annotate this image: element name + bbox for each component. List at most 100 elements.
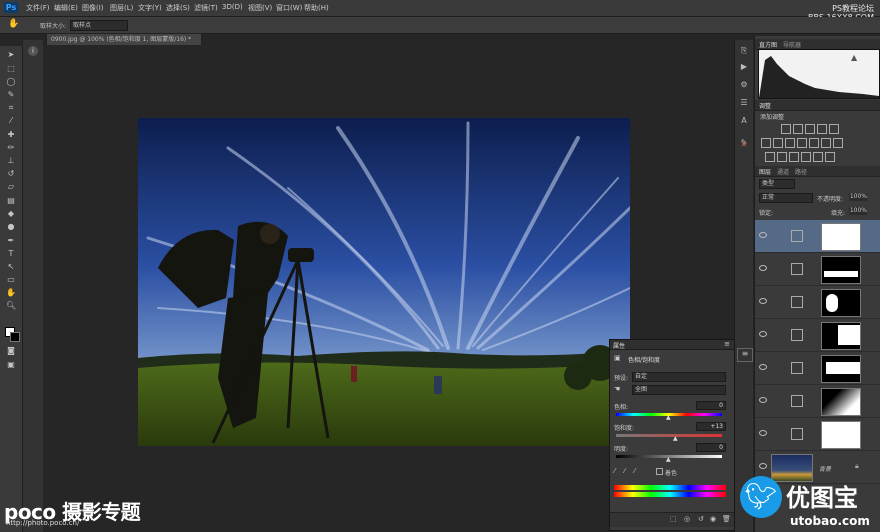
eraser-tool-icon[interactable]: ▱ bbox=[6, 182, 16, 191]
threshold-icon[interactable] bbox=[777, 152, 787, 162]
tool-presets-icon[interactable]: ⚙ bbox=[739, 80, 749, 90]
visibility-eye-icon[interactable] bbox=[759, 331, 767, 337]
quick-mask-icon[interactable]: ◙ bbox=[6, 346, 16, 355]
menu-layer[interactable]: 图层(L) bbox=[110, 3, 133, 13]
hdr-toning-icon[interactable] bbox=[825, 152, 835, 162]
eyedropper-subtract-icon[interactable]: ⁄ bbox=[634, 467, 635, 475]
menu-type[interactable]: 文字(Y) bbox=[138, 3, 162, 13]
history-brush-icon[interactable]: ↺ bbox=[6, 169, 16, 178]
target-adjust-icon[interactable]: ☚ bbox=[614, 385, 620, 393]
layer-mask-thumbnail[interactable] bbox=[821, 289, 861, 317]
layer-row[interactable] bbox=[755, 418, 880, 451]
visibility-toggle-icon[interactable]: ◉ bbox=[710, 515, 716, 523]
layer-row[interactable] bbox=[755, 253, 880, 286]
hand-tool-icon[interactable]: ✋ bbox=[6, 288, 16, 297]
menu-3d[interactable]: 3D(D) bbox=[222, 3, 243, 11]
preset-select[interactable]: 自定 bbox=[632, 372, 726, 382]
curves-icon[interactable] bbox=[805, 124, 815, 134]
layer-mask-thumbnail[interactable] bbox=[821, 223, 861, 251]
color-balance-icon[interactable] bbox=[773, 138, 783, 148]
properties-panel-toggle-icon[interactable]: ≡ bbox=[737, 348, 753, 362]
blur-tool-icon[interactable]: ◆ bbox=[6, 209, 16, 218]
eyedropper-add-icon[interactable]: ⁄ bbox=[624, 467, 625, 475]
menu-select[interactable]: 选择(S) bbox=[166, 3, 190, 13]
lightness-slider-thumb[interactable]: ▲ bbox=[666, 456, 671, 463]
lightness-input[interactable]: 0 bbox=[696, 443, 726, 452]
visibility-eye-icon[interactable] bbox=[759, 232, 767, 238]
tab-navigator[interactable]: 导航器 bbox=[783, 40, 801, 49]
zoom-tool-icon[interactable]: 🔍︎ bbox=[6, 301, 16, 310]
brightness-icon[interactable] bbox=[781, 124, 791, 134]
shadows-icon[interactable] bbox=[813, 152, 823, 162]
history-icon[interactable]: ⎘ bbox=[739, 46, 749, 56]
menu-window[interactable]: 窗口(W) bbox=[276, 3, 302, 13]
screen-mode-icon[interactable]: ▣ bbox=[6, 360, 16, 369]
gradient-map-icon[interactable] bbox=[789, 152, 799, 162]
brush-tool-icon[interactable]: ✏ bbox=[6, 143, 16, 152]
layer-row[interactable] bbox=[755, 286, 880, 319]
healing-brush-icon[interactable]: ✚ bbox=[6, 130, 16, 139]
marquee-tool-icon[interactable]: ⬚ bbox=[6, 64, 16, 73]
info-icon[interactable]: i bbox=[28, 46, 38, 56]
layer-mask-thumbnail[interactable] bbox=[821, 421, 861, 449]
visibility-eye-icon[interactable] bbox=[759, 430, 767, 436]
layer-mask-thumbnail[interactable] bbox=[821, 322, 861, 350]
crop-tool-icon[interactable]: ⌗ bbox=[6, 103, 16, 112]
layer-row[interactable] bbox=[755, 385, 880, 418]
layer-mask-thumbnail[interactable] bbox=[821, 256, 861, 284]
properties-icon[interactable]: ☰ bbox=[739, 98, 749, 108]
layer-row[interactable] bbox=[755, 319, 880, 352]
blend-mode-select[interactable]: 正常 bbox=[759, 193, 813, 203]
layer-row[interactable] bbox=[755, 352, 880, 385]
quick-select-tool-icon[interactable]: ✎ bbox=[6, 90, 16, 99]
saturation-slider[interactable] bbox=[616, 434, 722, 437]
menu-help[interactable]: 帮助(H) bbox=[304, 3, 329, 13]
tab-histogram[interactable]: 直方图 bbox=[759, 40, 777, 49]
tab-properties[interactable]: 属性 bbox=[613, 341, 625, 350]
layer-kind-filter[interactable]: 类型 bbox=[759, 179, 795, 189]
tab-channels[interactable]: 通道 bbox=[777, 167, 789, 176]
lasso-tool-icon[interactable]: ◯ bbox=[6, 77, 16, 86]
levels-icon[interactable] bbox=[793, 124, 803, 134]
saturation-input[interactable]: +13 bbox=[696, 422, 726, 431]
tab-paths[interactable]: 路径 bbox=[795, 167, 807, 176]
menu-view[interactable]: 视图(V) bbox=[248, 3, 272, 13]
actions-play-icon[interactable]: ▶ bbox=[739, 62, 749, 72]
layer-mask-thumbnail[interactable] bbox=[821, 388, 861, 416]
path-select-icon[interactable]: ↖ bbox=[6, 262, 16, 271]
visibility-eye-icon[interactable] bbox=[759, 463, 767, 469]
menu-edit[interactable]: 编辑(E) bbox=[54, 3, 78, 13]
layer-mask-thumbnail[interactable] bbox=[821, 355, 861, 383]
menu-image[interactable]: 图像(I) bbox=[82, 3, 104, 13]
visibility-eye-icon[interactable] bbox=[759, 364, 767, 370]
black-white-icon[interactable] bbox=[785, 138, 795, 148]
tab-adjustments[interactable]: 调整 bbox=[759, 101, 771, 110]
character-icon[interactable]: A bbox=[739, 116, 749, 126]
eyedropper-tool-icon[interactable]: ✋ bbox=[8, 19, 19, 29]
move-tool-icon[interactable]: ➤ bbox=[6, 50, 16, 59]
channel-mixer-icon[interactable] bbox=[809, 138, 819, 148]
menu-filter[interactable]: 滤镜(T) bbox=[194, 3, 218, 13]
color-lookup-icon[interactable] bbox=[821, 138, 831, 148]
photo-filter-icon[interactable] bbox=[797, 138, 807, 148]
visibility-eye-icon[interactable] bbox=[759, 265, 767, 271]
selective-color-icon[interactable] bbox=[801, 152, 811, 162]
pen-tool-icon[interactable]: ✒ bbox=[6, 236, 16, 245]
visibility-eye-icon[interactable] bbox=[759, 397, 767, 403]
delete-icon[interactable]: 🗑︎ bbox=[722, 515, 731, 523]
eyedropper-icon[interactable]: ⁄ bbox=[6, 116, 16, 125]
close-panel-icon[interactable]: ✕ bbox=[739, 140, 749, 150]
clone-stamp-icon[interactable]: ⊥ bbox=[6, 156, 16, 165]
sample-size-select[interactable]: 取样点 bbox=[70, 20, 128, 31]
vibrance-icon[interactable] bbox=[829, 124, 839, 134]
layer-row[interactable] bbox=[755, 220, 880, 253]
background-color-swatch[interactable] bbox=[10, 332, 20, 342]
eyedropper-sample-icon[interactable]: ⁄ bbox=[614, 467, 615, 475]
opacity-input[interactable]: 100% bbox=[849, 193, 867, 201]
exposure-icon[interactable] bbox=[817, 124, 827, 134]
hue-input[interactable]: 0 bbox=[696, 401, 726, 410]
hue-slider-thumb[interactable]: ▲ bbox=[666, 414, 671, 421]
saturation-slider-thumb[interactable]: ▲ bbox=[673, 435, 678, 442]
channel-select[interactable]: 全图 bbox=[632, 385, 726, 395]
clip-layer-icon[interactable]: ⬚ bbox=[670, 515, 677, 523]
